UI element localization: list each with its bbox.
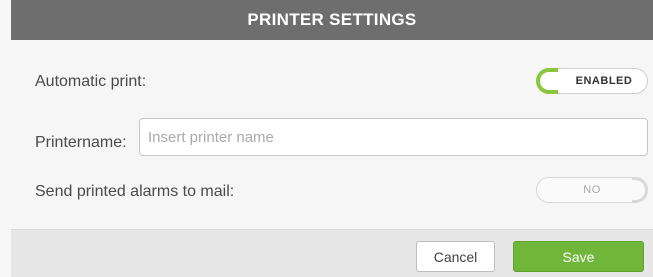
printer-name-input[interactable] [139,118,648,156]
printer-settings-dialog: PRINTER SETTINGS Automatic print: ENABLE… [0,0,653,277]
dialog-title: PRINTER SETTINGS [247,10,417,29]
dialog-title-bar: PRINTER SETTINGS [11,0,653,40]
dialog-footer: Cancel Save [11,229,653,277]
send-alarms-state: NO [583,184,601,196]
send-alarms-toggle[interactable]: NO [536,177,648,203]
toggle-knob-icon [632,177,648,203]
dialog-body: Automatic print: ENABLED Printername: Se… [11,40,653,229]
send-alarms-label: Send printed alarms to mail: [35,183,235,200]
save-button[interactable]: Save [513,241,644,272]
printer-name-label: Printername: [35,134,127,151]
cancel-button[interactable]: Cancel [416,241,495,272]
automatic-print-label: Automatic print: [35,73,147,90]
automatic-print-toggle[interactable]: ENABLED [536,68,648,94]
automatic-print-state: ENABLED [575,75,633,87]
toggle-knob-icon [536,68,558,94]
